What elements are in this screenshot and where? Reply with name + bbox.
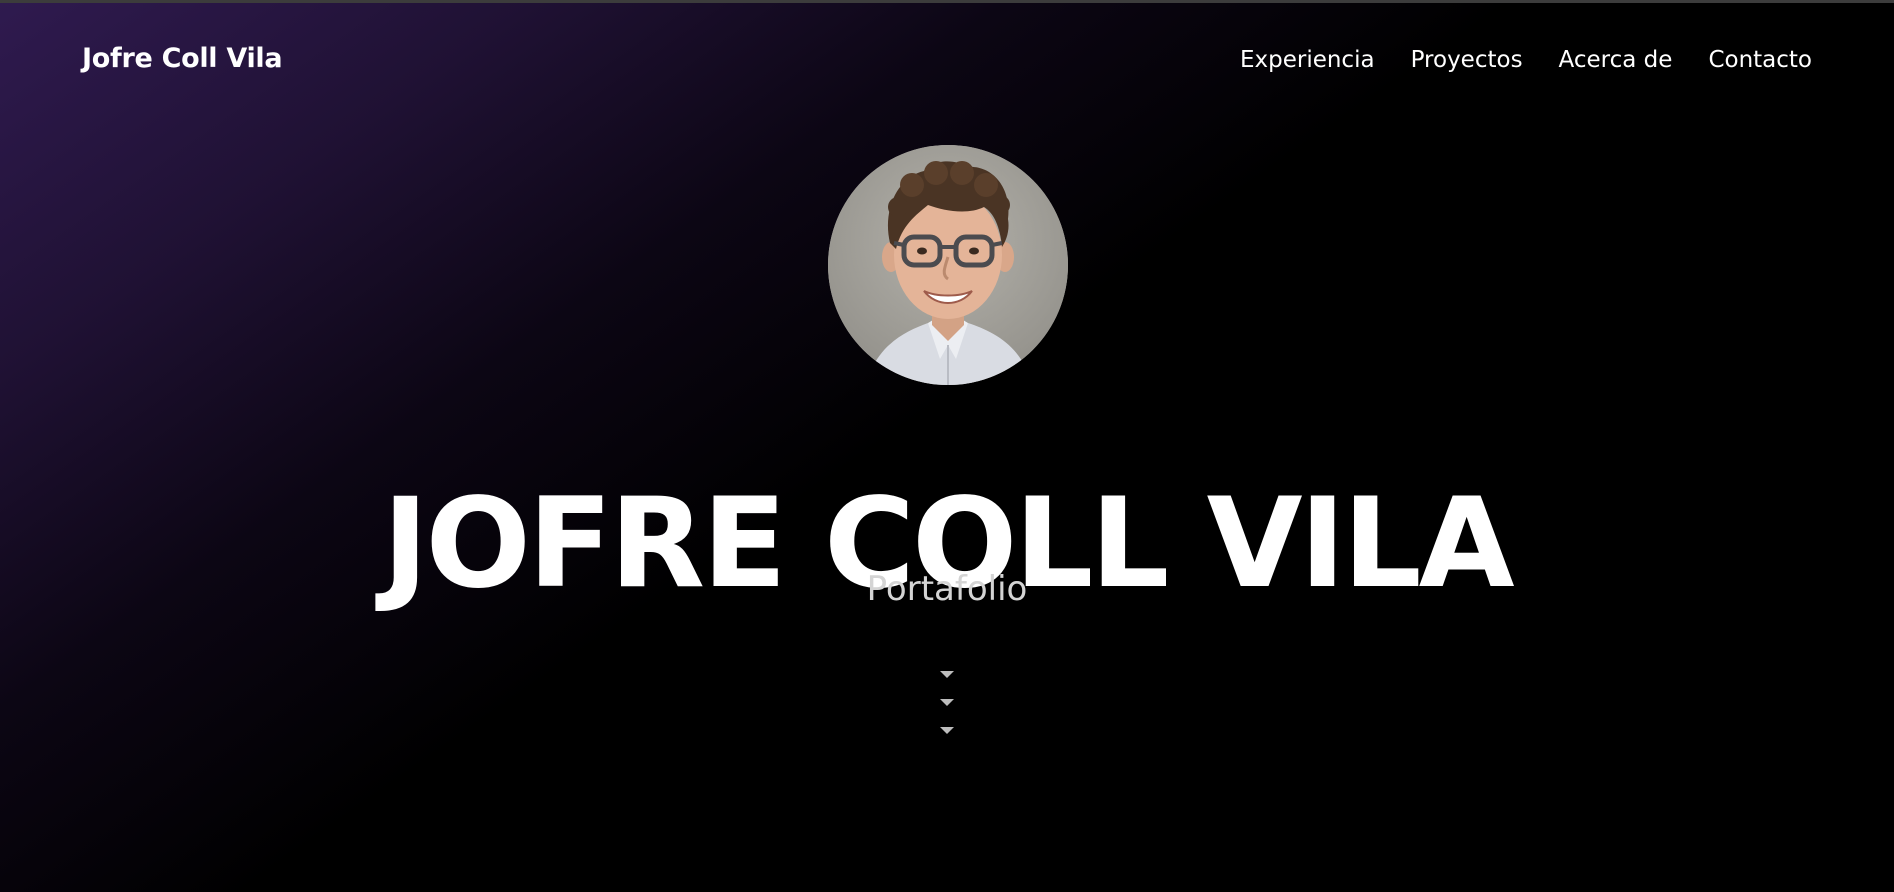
chevron-down-icon <box>940 671 954 678</box>
main-nav: Experiencia Proyectos Acerca de Contacto <box>1240 47 1812 73</box>
scroll-down-indicator[interactable] <box>937 671 957 743</box>
chevron-down-icon <box>940 699 954 706</box>
profile-photo <box>828 145 1068 385</box>
brand-logo-link[interactable]: Jofre Coll Vila <box>82 43 283 74</box>
nav-link-contacto[interactable]: Contacto <box>1708 47 1812 73</box>
nav-link-experiencia[interactable]: Experiencia <box>1240 47 1375 73</box>
nav-link-acerca-de[interactable]: Acerca de <box>1559 47 1673 73</box>
hero-section: Jofre Coll Vila Experiencia Proyectos Ac… <box>0 3 1894 892</box>
hero-subtitle: Portafolio <box>866 569 1028 609</box>
profile-portrait-illustration <box>828 145 1068 385</box>
nav-link-proyectos[interactable]: Proyectos <box>1411 47 1523 73</box>
chevron-down-icon <box>940 727 954 734</box>
